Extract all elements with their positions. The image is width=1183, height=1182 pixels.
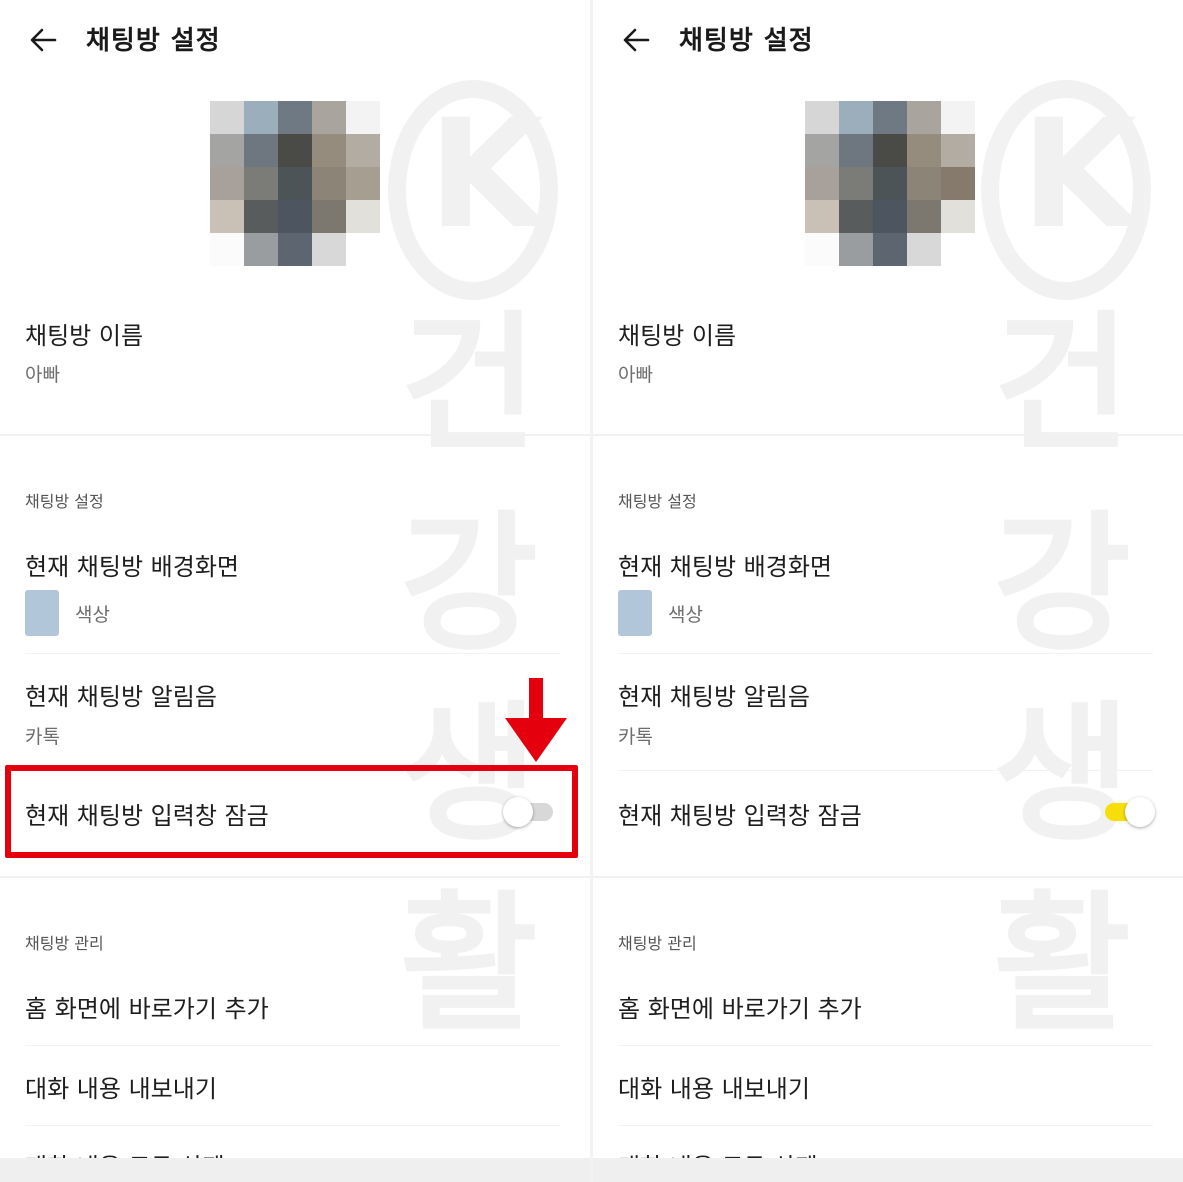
page-title: 채팅방 설정 bbox=[679, 26, 814, 56]
settings-screen-before: K 건 강 생 활 채팅방 설정 채팅방 이름 아빠 채팅방 설정 현재 채팅방… bbox=[0, 0, 590, 1182]
chat-name-label[interactable]: 채팅방 이름 bbox=[25, 316, 143, 351]
section-header-settings: 채팅방 설정 bbox=[618, 492, 697, 511]
divider bbox=[0, 434, 590, 436]
divider bbox=[25, 653, 560, 654]
background-setting-label[interactable]: 현재 채팅방 배경화면 bbox=[618, 547, 832, 582]
input-lock-toggle[interactable] bbox=[1101, 797, 1155, 827]
input-lock-label: 현재 채팅방 입력창 잠금 bbox=[618, 802, 862, 830]
highlight-box bbox=[5, 765, 578, 858]
watermark: K 건 강 생 활 bbox=[973, 80, 1163, 1120]
sound-setting-label[interactable]: 현재 채팅방 알림음 bbox=[618, 677, 810, 712]
divider bbox=[618, 770, 1153, 771]
background-swatch-label: 색상 bbox=[668, 604, 703, 626]
navigation-bar bbox=[0, 1158, 590, 1182]
delete-chat-item[interactable]: 대화 내용 모두 삭제 bbox=[25, 1147, 225, 1158]
chat-name-value: 아빠 bbox=[618, 364, 653, 386]
page-title: 채팅방 설정 bbox=[86, 26, 221, 56]
header: 채팅방 설정 bbox=[0, 0, 590, 80]
arrow-down-icon bbox=[505, 678, 567, 762]
section-header-manage: 채팅방 관리 bbox=[618, 934, 697, 953]
arrow-left-icon[interactable] bbox=[621, 24, 653, 56]
navigation-bar bbox=[593, 1158, 1183, 1182]
divider bbox=[618, 653, 1153, 654]
divider bbox=[618, 1045, 1153, 1046]
export-chat-item[interactable]: 대화 내용 내보내기 bbox=[25, 1069, 217, 1104]
section-header-manage: 채팅방 관리 bbox=[25, 934, 104, 953]
header: 채팅방 설정 bbox=[593, 0, 1183, 80]
divider bbox=[25, 1125, 560, 1126]
divider bbox=[0, 876, 590, 878]
sound-setting-value: 카톡 bbox=[25, 726, 60, 748]
export-chat-item[interactable]: 대화 내용 내보내기 bbox=[618, 1069, 810, 1104]
chat-name-label[interactable]: 채팅방 이름 bbox=[618, 316, 736, 351]
sound-setting-value: 카톡 bbox=[618, 726, 653, 748]
chat-profile-image[interactable] bbox=[805, 101, 975, 266]
background-color-swatch[interactable] bbox=[25, 590, 59, 636]
divider bbox=[25, 1045, 560, 1046]
settings-screen-after: K 건 강 생 활 채팅방 설정 채팅방 이름 아빠 채팅방 설정 현재 채팅방… bbox=[593, 0, 1183, 1182]
add-shortcut-item[interactable]: 홈 화면에 바로가기 추가 bbox=[618, 989, 862, 1024]
background-color-swatch[interactable] bbox=[618, 590, 652, 636]
delete-chat-item[interactable]: 대화 내용 모두 삭제 bbox=[618, 1147, 818, 1158]
arrow-left-icon[interactable] bbox=[28, 24, 60, 56]
divider bbox=[618, 1125, 1153, 1126]
background-setting-label[interactable]: 현재 채팅방 배경화면 bbox=[25, 547, 239, 582]
watermark: K 건 강 생 활 bbox=[380, 80, 570, 1120]
sound-setting-label[interactable]: 현재 채팅방 알림음 bbox=[25, 677, 217, 712]
chat-name-value: 아빠 bbox=[25, 364, 60, 386]
add-shortcut-item[interactable]: 홈 화면에 바로가기 추가 bbox=[25, 989, 269, 1024]
chat-profile-image[interactable] bbox=[210, 101, 380, 266]
divider bbox=[593, 876, 1183, 878]
divider bbox=[593, 434, 1183, 436]
background-swatch-label: 색상 bbox=[75, 604, 110, 626]
section-header-settings: 채팅방 설정 bbox=[25, 492, 104, 511]
